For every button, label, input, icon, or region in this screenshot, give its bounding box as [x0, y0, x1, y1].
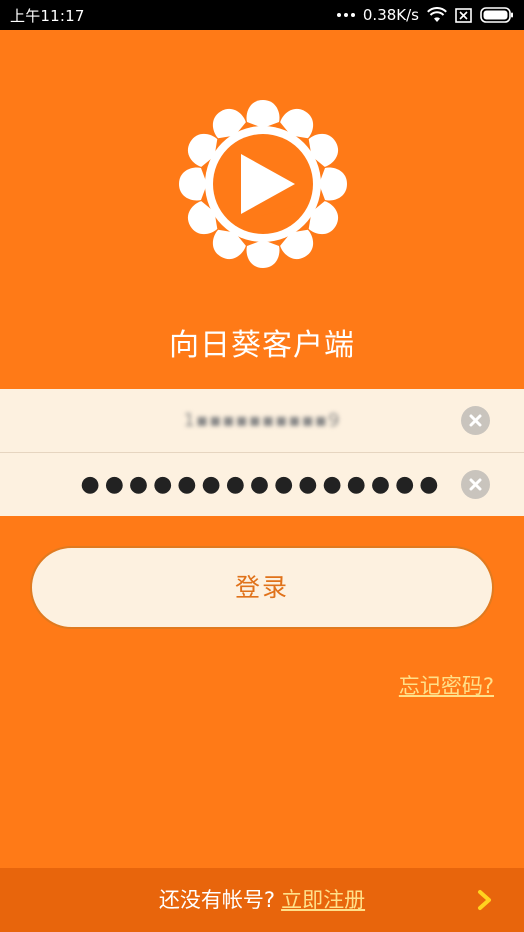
- app-title: 向日葵客户端: [169, 328, 355, 363]
- clear-account-button[interactable]: [461, 406, 490, 435]
- password-input-value[interactable]: ●●●●●●●●●●●●●●●: [0, 453, 524, 516]
- register-bar[interactable]: 还没有帐号? 立即注册: [0, 868, 524, 932]
- clear-icon: [469, 414, 482, 427]
- chevron-right-icon[interactable]: [474, 888, 496, 912]
- battery-icon: [480, 7, 513, 23]
- login-screen: 上午11:17 0.38K/s 向日葵客户端 1▪▪▪▪▪▪▪▪▪▪9 ●●●●…: [0, 0, 524, 932]
- more-notifications-icon: [336, 13, 355, 17]
- no-sim-icon: [455, 7, 472, 23]
- login-button[interactable]: 登录: [30, 546, 494, 629]
- register-link[interactable]: 立即注册: [281, 888, 365, 912]
- clear-icon: [469, 478, 482, 491]
- register-prompt: 还没有帐号?: [158, 888, 276, 912]
- forgot-password-link[interactable]: 忘记密码?: [399, 670, 494, 700]
- password-field[interactable]: ●●●●●●●●●●●●●●●: [0, 453, 524, 516]
- clear-password-button[interactable]: [461, 470, 490, 499]
- account-input-value[interactable]: 1▪▪▪▪▪▪▪▪▪▪9: [0, 389, 524, 452]
- wifi-icon: [427, 7, 447, 22]
- register-prompt-row: 还没有帐号? 立即注册: [0, 868, 524, 932]
- account-field[interactable]: 1▪▪▪▪▪▪▪▪▪▪9: [0, 389, 524, 452]
- status-icons: 0.38K/s: [336, 4, 514, 26]
- network-speed: 0.38K/s: [362, 6, 419, 24]
- status-bar: 上午11:17 0.38K/s: [0, 0, 524, 30]
- status-time: 上午11:17: [10, 7, 85, 25]
- sunflower-play-icon: [179, 100, 347, 268]
